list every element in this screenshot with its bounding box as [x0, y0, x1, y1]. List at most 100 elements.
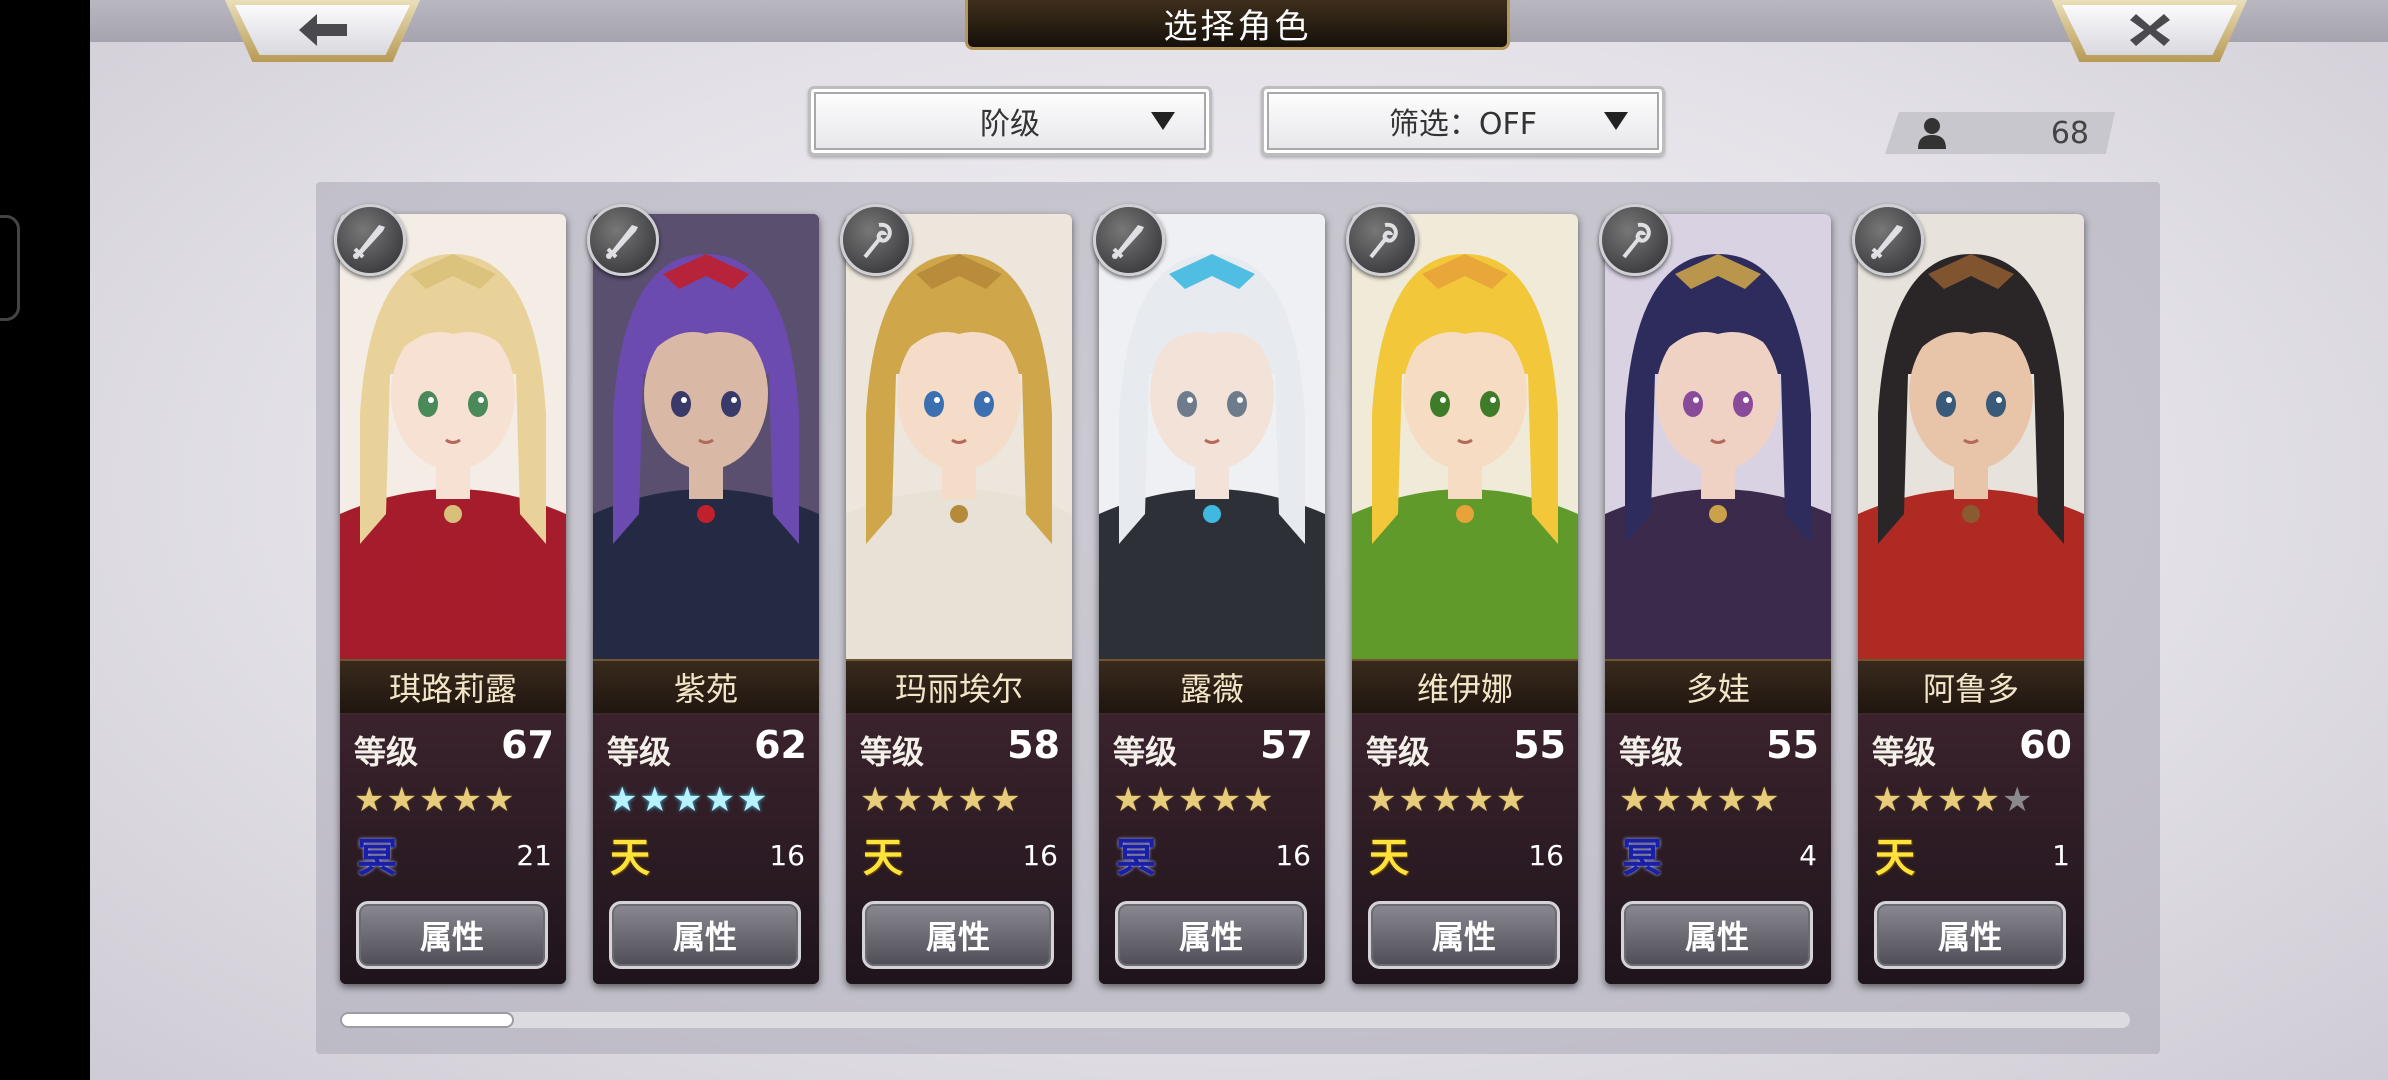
rarity-stars: ★ ★ ★ ★ ★	[607, 783, 767, 817]
rank-icon: 天	[1369, 834, 1409, 881]
rank-icon: 冥	[357, 834, 397, 881]
rank-icon: 天	[1875, 834, 1915, 881]
star-icon: ★	[483, 780, 515, 820]
star-icon: ★	[989, 780, 1021, 820]
staff-icon	[1346, 204, 1418, 276]
character-portrait[interactable]	[1858, 214, 2084, 659]
star-icon: ★	[639, 780, 670, 820]
star-icon: ★	[2001, 780, 2033, 820]
star-icon: ★	[892, 780, 923, 820]
character-card[interactable]: 琪路莉露 等级 67 ★ ★ ★ ★ ★ 冥 21 属性	[340, 214, 566, 984]
rarity-stars: ★ ★ ★ ★ ★	[1366, 783, 1526, 817]
roster-count: 68	[2050, 116, 2089, 151]
character-stats: 等级 55 ★ ★ ★ ★ ★ 天 16 属性	[1352, 713, 1578, 984]
horizontal-scrollbar[interactable]	[340, 1012, 2130, 1028]
star-icon: ★	[1495, 780, 1527, 820]
sort-dropdown[interactable]: 阶级	[808, 86, 1212, 156]
character-portrait[interactable]	[846, 214, 1072, 659]
star-icon: ★	[1242, 780, 1274, 820]
character-card[interactable]: 露薇 等级 57 ★ ★ ★ ★ ★ 冥 16 属性	[1099, 214, 1325, 984]
close-x-icon	[2129, 14, 2170, 46]
star-icon: ★	[671, 780, 703, 820]
arrow-left-icon	[298, 14, 347, 46]
character-portrait[interactable]	[340, 214, 566, 659]
character-card[interactable]: 玛丽埃尔 等级 58 ★ ★ ★ ★ ★ 天 16 属性	[846, 214, 1072, 984]
star-icon: ★	[1366, 780, 1397, 820]
attribute-button[interactable]: 属性	[1368, 901, 1560, 969]
back-button[interactable]	[225, 0, 420, 62]
rarity-stars: ★ ★ ★ ★ ★	[1619, 783, 1779, 817]
roster-count-badge: 68	[1885, 112, 2115, 154]
attribute-button[interactable]: 属性	[609, 901, 801, 969]
level-label: 等级	[860, 733, 925, 771]
character-name: 阿鲁多	[1858, 659, 2084, 715]
filter-dropdown-value: 筛选：OFF	[1388, 107, 1538, 142]
star-icon: ★	[1969, 780, 2000, 820]
attribute-button[interactable]: 属性	[862, 901, 1054, 969]
star-icon: ★	[1210, 780, 1241, 820]
scrollbar-thumb[interactable]	[340, 1012, 514, 1028]
character-count: 16	[1275, 839, 1311, 872]
character-list: 琪路莉露 等级 67 ★ ★ ★ ★ ★ 冥 21 属性 紫苑 等级 62 ★ …	[316, 182, 2160, 1054]
level-value: 55	[1513, 723, 1566, 767]
character-stats: 等级 55 ★ ★ ★ ★ ★ 冥 4 属性	[1605, 713, 1831, 984]
rank-icon: 冥	[1116, 834, 1156, 881]
character-card[interactable]: 阿鲁多 等级 60 ★ ★ ★ ★ ★ 天 1 属性	[1858, 214, 2084, 984]
star-icon: ★	[451, 780, 482, 820]
character-name: 维伊娜	[1352, 659, 1578, 715]
level-label: 等级	[1113, 733, 1178, 771]
character-portrait[interactable]	[1099, 214, 1325, 659]
star-icon: ★	[924, 780, 956, 820]
character-stats: 等级 67 ★ ★ ★ ★ ★ 冥 21 属性	[340, 713, 566, 984]
star-icon: ★	[607, 780, 638, 820]
star-icon: ★	[736, 780, 768, 820]
page-title: 选择角色	[965, 0, 1510, 50]
star-icon: ★	[1398, 780, 1429, 820]
character-card[interactable]: 维伊娜 等级 55 ★ ★ ★ ★ ★ 天 16 属性	[1352, 214, 1578, 984]
close-button[interactable]	[2052, 0, 2247, 62]
character-card[interactable]: 紫苑 等级 62 ★ ★ ★ ★ ★ 天 16 属性	[593, 214, 819, 984]
staff-icon	[1599, 204, 1671, 276]
star-icon: ★	[1748, 780, 1780, 820]
character-card[interactable]: 多娃 等级 55 ★ ★ ★ ★ ★ 冥 4 属性	[1605, 214, 1831, 984]
star-icon: ★	[1619, 780, 1650, 820]
sword-icon	[334, 204, 406, 276]
sword-icon	[1852, 204, 1924, 276]
filter-dropdown[interactable]: 筛选：OFF	[1261, 86, 1665, 156]
star-icon: ★	[957, 780, 988, 820]
character-name: 紫苑	[593, 659, 819, 715]
character-name: 多娃	[1605, 659, 1831, 715]
sword-icon	[1093, 204, 1165, 276]
character-portrait[interactable]	[1605, 214, 1831, 659]
level-label: 等级	[1366, 733, 1431, 771]
level-value: 58	[1007, 723, 1060, 767]
character-count: 16	[1528, 839, 1564, 872]
level-value: 57	[1260, 723, 1313, 767]
star-icon: ★	[386, 780, 417, 820]
level-label: 等级	[607, 733, 672, 771]
star-icon: ★	[1651, 780, 1682, 820]
character-count: 16	[1022, 839, 1058, 872]
star-icon: ★	[1904, 780, 1935, 820]
attribute-button[interactable]: 属性	[1621, 901, 1813, 969]
level-value: 60	[2019, 723, 2072, 767]
level-value: 67	[501, 723, 554, 767]
attribute-button[interactable]: 属性	[1874, 901, 2066, 969]
star-icon: ★	[1683, 780, 1715, 820]
character-stats: 等级 57 ★ ★ ★ ★ ★ 冥 16 属性	[1099, 713, 1325, 984]
star-icon: ★	[1936, 780, 1968, 820]
character-portrait[interactable]	[1352, 214, 1578, 659]
attribute-button[interactable]: 属性	[1115, 901, 1307, 969]
star-icon: ★	[1113, 780, 1144, 820]
level-label: 等级	[354, 733, 419, 771]
attribute-button[interactable]: 属性	[356, 901, 548, 969]
star-icon: ★	[1430, 780, 1462, 820]
sword-icon	[587, 204, 659, 276]
star-icon: ★	[860, 780, 891, 820]
star-icon: ★	[1872, 780, 1903, 820]
character-select-screen: 选择角色 阶级 筛选：OFF 68 琪路莉露 等级 67 ★ ★ ★ ★ ★ 冥…	[90, 0, 2388, 1080]
star-icon: ★	[354, 780, 385, 820]
character-portrait[interactable]	[593, 214, 819, 659]
character-name: 露薇	[1099, 659, 1325, 715]
rank-icon: 天	[863, 834, 903, 881]
